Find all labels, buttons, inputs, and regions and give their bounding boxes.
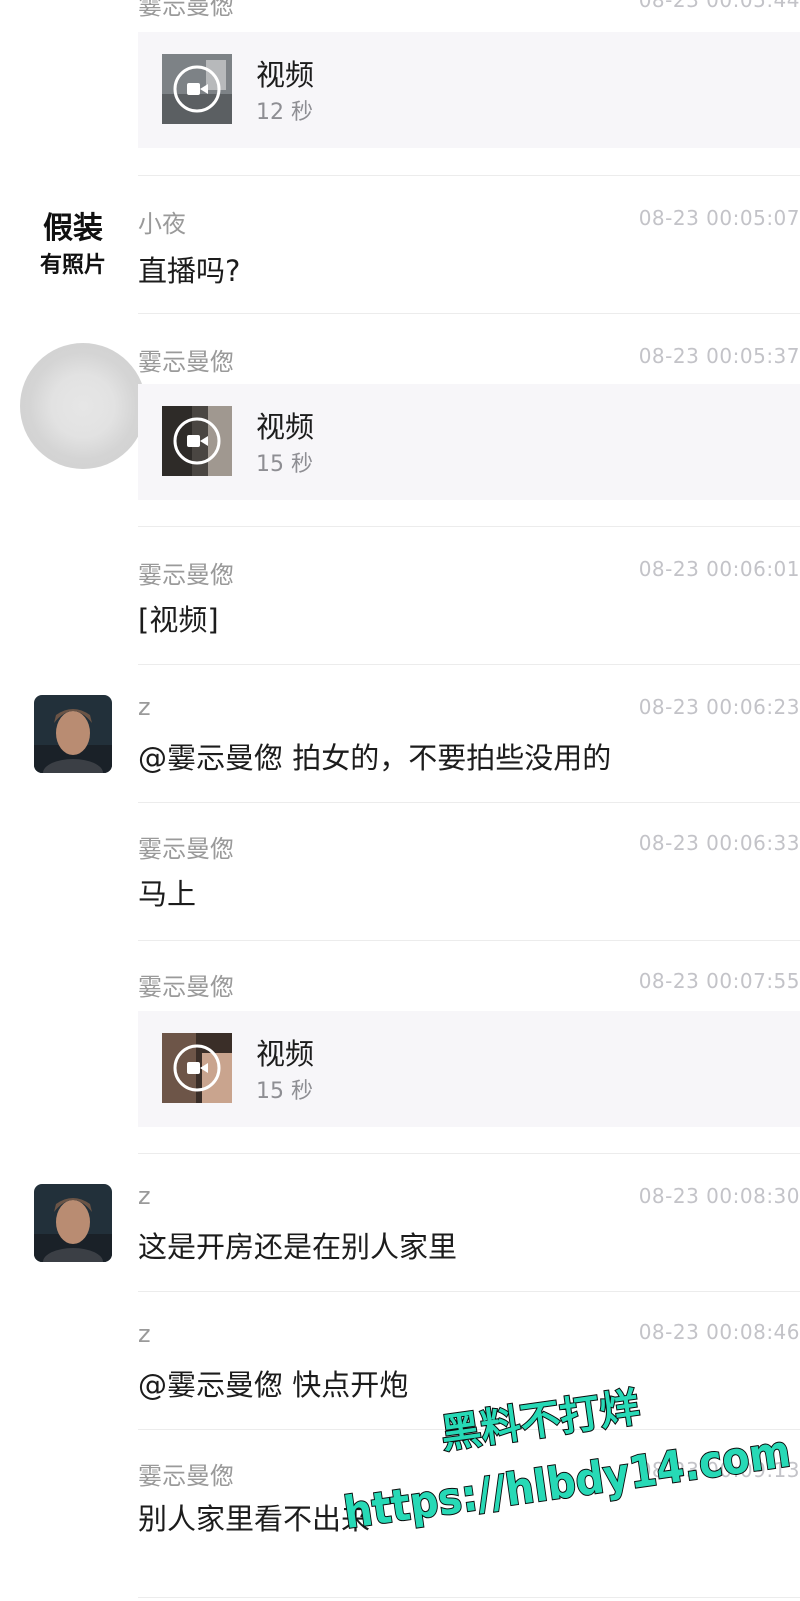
sender-name: 霎忈曼偬 xyxy=(138,0,234,20)
watermark-title: 黑料不打烊 xyxy=(438,1385,642,1458)
video-thumbnail xyxy=(162,54,232,124)
message-time: 08-23 00:05:37 xyxy=(638,344,800,368)
message-row: 霎忈曼偬 08-23 00:05:44 视频 12 秒 xyxy=(0,0,800,176)
message-time: 08-23 00:08:46 xyxy=(638,1320,800,1344)
video-label: 视频 xyxy=(256,410,315,444)
message-text: 这是开房还是在别人家里 xyxy=(138,1230,458,1264)
sender-name: 霎忈曼偬 xyxy=(138,348,234,376)
video-label: 视频 xyxy=(256,1037,315,1071)
video-card[interactable]: 视频 12 秒 xyxy=(138,32,800,148)
watermark-url: https://hlbdy14.com xyxy=(341,1426,794,1539)
video-card[interactable]: 视频 15 秒 xyxy=(138,1011,800,1127)
video-thumbnail xyxy=(162,406,232,476)
video-duration: 15 秒 xyxy=(256,452,313,477)
avatar-image xyxy=(34,695,112,773)
avatar-text-2: 有照片 xyxy=(40,252,106,278)
message-row: z 08-23 00:06:23 @霎忈曼偬 拍女的，不要拍些没用的 xyxy=(0,665,800,802)
message-time: 08-23 00:05:44 xyxy=(638,0,800,12)
video-label: 视频 xyxy=(256,58,315,92)
message-row: 霎忈曼偬 08-23 00:05:37 视频 15 秒 xyxy=(0,314,800,526)
avatar-image: 假装 有照片 xyxy=(40,211,106,278)
avatar[interactable] xyxy=(34,695,112,773)
message-text: 直播吗? xyxy=(138,254,241,288)
avatar[interactable] xyxy=(34,1184,112,1262)
sender-name: 霎忈曼偬 xyxy=(138,561,234,589)
message-row: z 08-23 00:08:30 这是开房还是在别人家里 xyxy=(0,1154,800,1291)
sender-name: z xyxy=(138,693,151,721)
message-time: 08-23 00:06:23 xyxy=(638,695,800,719)
message-time: 08-23 00:08:30 xyxy=(638,1184,800,1208)
message-time: 08-23 00:06:33 xyxy=(638,831,800,855)
sender-name: z xyxy=(138,1320,151,1348)
video-thumbnail xyxy=(162,1033,232,1103)
sender-name: 霎忈曼偬 xyxy=(138,1462,234,1490)
message-row: 霎忈曼偬 08-23 00:07:55 视频 15 秒 xyxy=(0,941,800,1153)
sender-name: 小夜 xyxy=(138,210,186,238)
message-time: 08-23 00:06:01 xyxy=(638,557,800,581)
avatar-text-1: 假装 xyxy=(43,211,103,246)
video-duration: 12 秒 xyxy=(256,100,313,125)
message-row: 霎忈曼偬 08-23 00:06:01 [视频] xyxy=(0,527,800,664)
video-card[interactable]: 视频 15 秒 xyxy=(138,384,800,500)
avatar[interactable]: 假装 有照片 xyxy=(34,204,112,282)
sender-name: 霎忈曼偬 xyxy=(138,973,234,1001)
sender-name: z xyxy=(138,1182,151,1210)
avatar-placeholder xyxy=(20,343,146,469)
avatar-image xyxy=(34,1184,112,1262)
sender-name: 霎忈曼偬 xyxy=(138,835,234,863)
message-text: @霎忈曼偬 拍女的，不要拍些没用的 xyxy=(138,741,612,775)
watermark: 黑料不打烊 https://hlbdy14.com xyxy=(340,1384,795,1540)
message-text: 马上 xyxy=(138,877,197,911)
message-row: 假装 有照片 小夜 08-23 00:05:07 直播吗? xyxy=(0,176,800,313)
divider xyxy=(138,1597,800,1598)
message-text[interactable]: [视频] xyxy=(138,597,219,639)
message-time: 08-23 00:05:07 xyxy=(638,206,800,230)
message-time: 08-23 00:07:55 xyxy=(638,969,800,993)
video-duration: 15 秒 xyxy=(256,1079,313,1104)
message-row: 霎忈曼偬 08-23 00:06:33 马上 xyxy=(0,803,800,940)
